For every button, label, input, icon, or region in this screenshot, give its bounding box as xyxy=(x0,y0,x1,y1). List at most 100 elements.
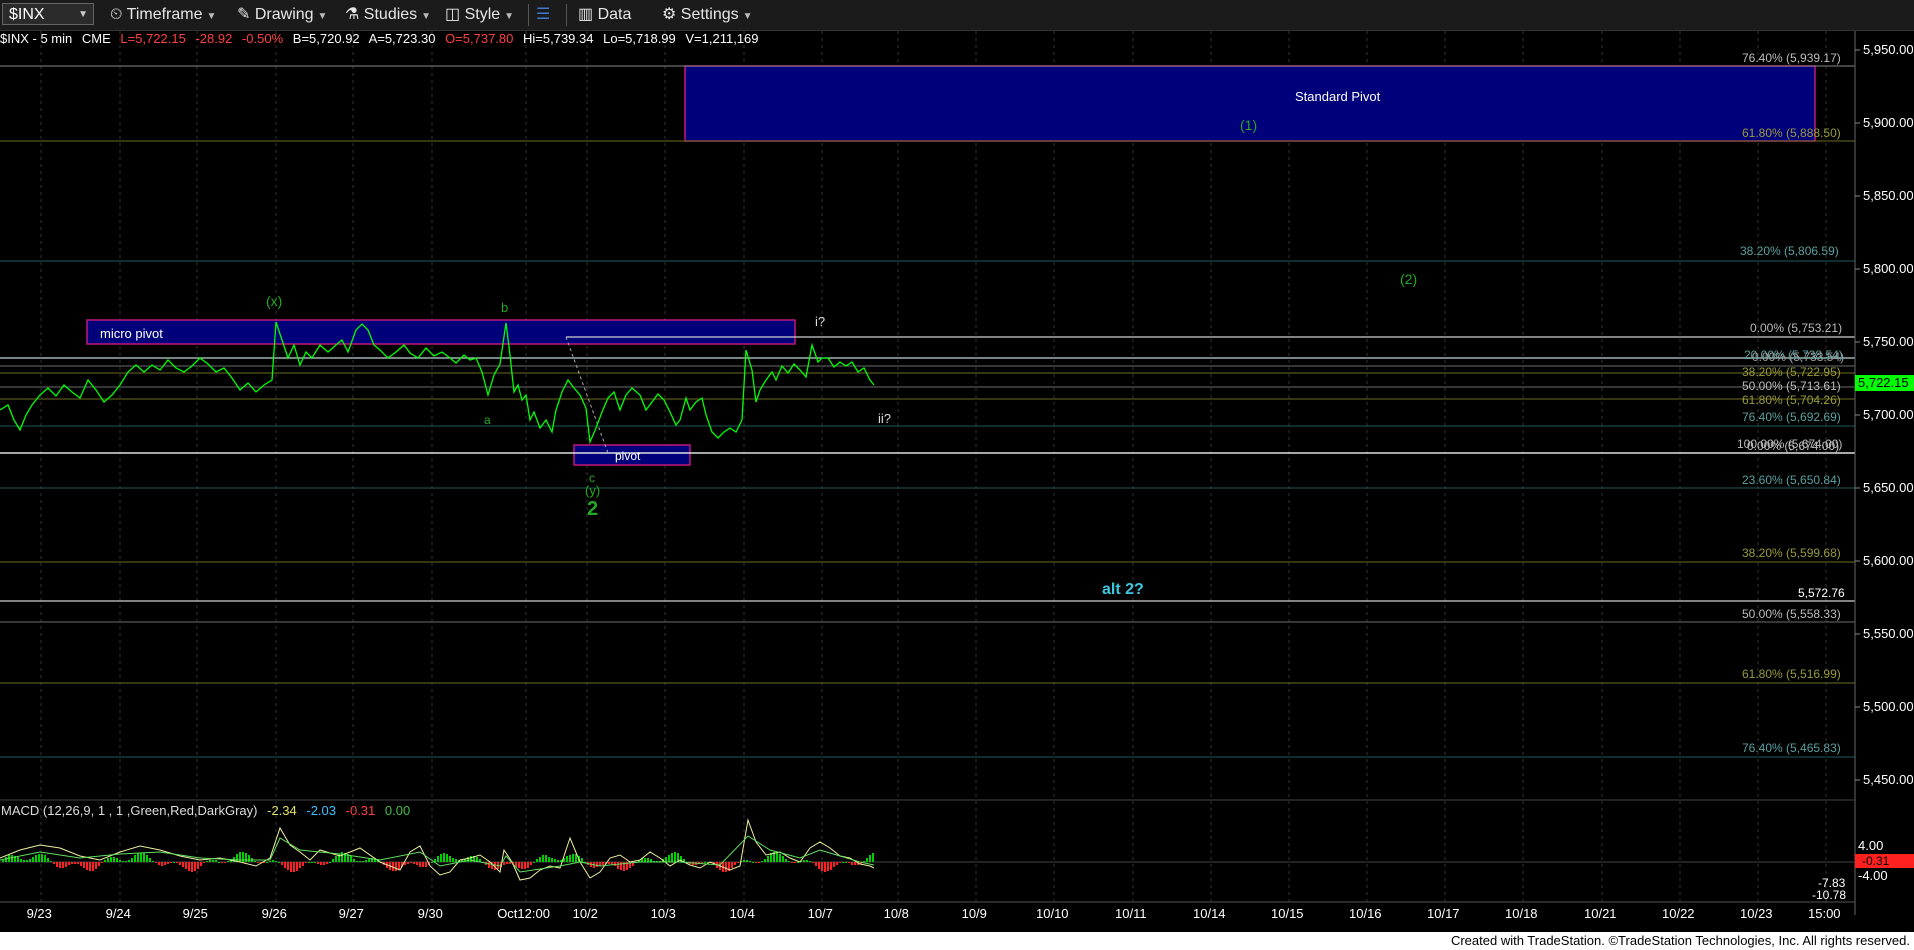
macd-histogram-bar xyxy=(416,862,418,865)
style-icon: ◫ xyxy=(445,6,461,23)
macd-histogram-bar xyxy=(569,855,571,862)
macd-histogram-bar xyxy=(23,860,25,862)
macd-histogram-bar xyxy=(47,858,49,862)
fib-label: 23.60% (5,650.84) xyxy=(1742,473,1841,487)
macd-histogram-bar xyxy=(731,862,733,868)
wave-a-label: a xyxy=(484,413,491,427)
macd-histogram-bar xyxy=(29,859,31,862)
macd-histogram-bar xyxy=(134,855,136,862)
timeframe-menu[interactable]: ⏲ Timeframe ▼ xyxy=(110,4,216,26)
macd-histogram-bar xyxy=(449,856,451,862)
macd-histogram-bar xyxy=(647,858,649,862)
macd-histogram-bar xyxy=(59,862,61,868)
price-tick-label: 5,800.00 xyxy=(1863,261,1914,276)
macd-histogram-bar xyxy=(248,855,250,862)
date-tick-label: 10/4 xyxy=(730,906,755,921)
macd-histogram-bar xyxy=(98,862,100,866)
macd-histogram-bar xyxy=(767,856,769,862)
macd-histogram-bar xyxy=(794,862,796,863)
fib-label: 76.40% (5,692.69) xyxy=(1742,410,1841,424)
wave-2-big-label: 2 xyxy=(587,498,598,520)
macd-histogram-bar xyxy=(779,854,781,862)
symbol-input[interactable]: $INX ▼ xyxy=(2,3,94,25)
macd-histogram-bar xyxy=(353,859,355,862)
macd-histogram-bar xyxy=(92,862,94,871)
macd-line xyxy=(0,818,875,881)
price-chart[interactable]: 76.40% (5,939.17) 61.80% (5,888.50) 38.20%… xyxy=(0,31,1914,931)
style-menu[interactable]: ◫ Style ▼ xyxy=(445,4,514,26)
timeframe-label: Timeframe xyxy=(126,6,203,23)
date-tick-label: 10/9 xyxy=(962,906,987,921)
drawing-menu[interactable]: ✎ Drawing ▼ xyxy=(237,4,327,26)
macd-histogram-bar xyxy=(149,858,151,862)
macd-histogram-bar xyxy=(320,862,322,865)
macd-histogram-bar xyxy=(113,857,115,862)
macd-histogram-bar xyxy=(128,860,130,862)
macd-histogram-bar xyxy=(104,860,106,862)
macd-histogram-bar xyxy=(581,858,583,862)
price-axis[interactable]: 5,950.00 5,900.00 5,850.00 5,800.00 5,750.00… xyxy=(1854,31,1914,915)
settings-menu[interactable]: ⚙ Settings ▼ xyxy=(662,4,753,26)
macd-histogram-bar xyxy=(566,856,568,862)
standard-pivot-label: Standard Pivot xyxy=(1295,89,1381,104)
macd-histogram-bar xyxy=(536,859,538,862)
macd-histogram-bar xyxy=(44,855,46,862)
info-bid: B=5,720.92 xyxy=(292,31,360,46)
wave-ii-label: ii? xyxy=(878,411,891,426)
macd-histogram-bar xyxy=(365,860,367,862)
date-tick-label: 10/22 xyxy=(1662,906,1695,921)
wave-1-label: (1) xyxy=(1240,117,1257,133)
macd-pane[interactable] xyxy=(0,818,1855,881)
studies-menu[interactable]: ⚗ Studies ▼ xyxy=(345,4,431,26)
date-tick-label: 10/18 xyxy=(1505,906,1538,921)
macd-histogram-bar xyxy=(140,853,142,862)
fib-label: 5,572.76 xyxy=(1798,586,1845,600)
macd-histogram-bar xyxy=(62,862,64,868)
macd-histogram-bar xyxy=(797,862,799,863)
macd-histogram-bar xyxy=(11,855,13,862)
macd-histogram-bar xyxy=(116,858,118,862)
macd-histogram-bar xyxy=(737,862,739,863)
data-menu[interactable]: ▥ Data xyxy=(578,4,631,26)
macd-histogram-bar xyxy=(503,862,505,865)
macd-histogram-bar xyxy=(824,862,826,872)
macd-histogram-bar xyxy=(398,862,400,869)
macd-histogram-bar xyxy=(329,862,331,863)
macd-histogram-bar xyxy=(818,862,820,869)
micro-pivot-zone[interactable] xyxy=(86,319,796,345)
macd-histogram-bar xyxy=(866,858,868,862)
macd-histogram-bar xyxy=(245,853,247,862)
macd-histogram-bar xyxy=(548,857,550,862)
wave-2-label: (2) xyxy=(1400,271,1417,287)
macd-histogram-bar xyxy=(26,860,28,862)
macd-histogram-bar xyxy=(596,862,598,867)
macd-histogram-bar xyxy=(74,862,76,864)
macd-histogram-bar xyxy=(545,855,547,862)
fib-label: 0.00% (5,674.00) xyxy=(1747,439,1839,453)
macd-histogram-bar xyxy=(209,860,211,862)
macd-histogram-bar xyxy=(107,858,109,862)
macd-histogram-bar xyxy=(359,861,361,862)
layout-icon[interactable]: ☰ xyxy=(536,4,550,26)
macd-histogram-bar xyxy=(665,857,667,862)
macd-histogram-bar xyxy=(809,861,811,862)
macd-histogram-bar xyxy=(146,855,148,862)
macd-histogram-bar xyxy=(20,859,22,862)
fib-labels: 76.40% (5,939.17) 61.80% (5,888.50) 38.20%… xyxy=(1737,51,1845,755)
chevron-down-icon: ▼ xyxy=(742,11,753,22)
macd-histogram-bar xyxy=(413,862,415,864)
macd-histogram-bar xyxy=(293,862,295,872)
chevron-down-icon[interactable]: ▼ xyxy=(78,4,88,26)
macd-histogram-bar xyxy=(863,861,865,862)
macd-histogram-bar xyxy=(311,862,313,863)
macd-histogram-bar xyxy=(437,856,439,862)
gear-icon: ⚙ xyxy=(662,6,677,23)
macd-histogram-bar xyxy=(443,853,445,862)
fib-label: 61.80% (5,516.99) xyxy=(1742,667,1841,681)
date-tick-label: 10/8 xyxy=(884,906,909,921)
macd-histogram-bar xyxy=(425,862,427,867)
macd-histogram-bar xyxy=(101,862,103,863)
macd-histogram-bar xyxy=(86,862,88,870)
price-tick-label: 5,550.00 xyxy=(1863,626,1914,641)
macd-histogram-bar xyxy=(302,862,304,866)
